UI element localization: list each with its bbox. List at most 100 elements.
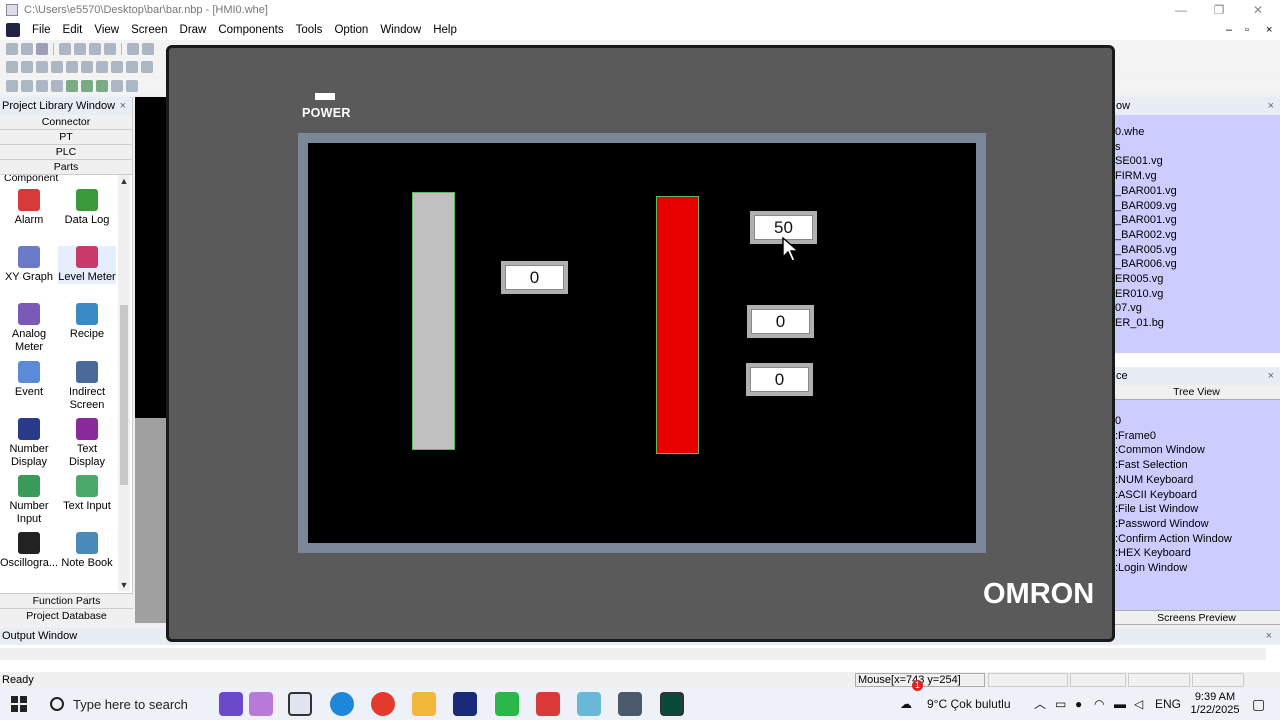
green-app-icon[interactable] [495,692,519,716]
image-icon[interactable] [96,80,108,92]
file-item[interactable]: 0.whe [1115,125,1280,140]
menu-tools[interactable]: Tools [290,24,329,36]
grid-icon[interactable] [6,80,18,92]
align-left-icon[interactable] [6,61,18,73]
tree-item[interactable]: :File List Window [1115,502,1280,517]
part-number-input[interactable]: Number Input [0,475,58,526]
minimize-button[interactable]: — [1162,0,1200,20]
cut-icon[interactable] [59,43,71,55]
tree-item[interactable]: :Confirm Action Window [1115,532,1280,547]
red-app-icon[interactable] [536,692,560,716]
flip-icon[interactable] [141,61,153,73]
tab-parts[interactable]: Parts [0,160,132,175]
tree-item[interactable]: :Frame0 [1115,429,1280,444]
close-icon[interactable]: × [1268,97,1274,115]
part-oscillograph[interactable]: Oscillogra... [0,532,58,570]
file-item[interactable]: s [1115,140,1280,155]
blue-app-icon[interactable] [577,692,601,716]
part-note-book[interactable]: Note Book [58,532,116,570]
edge-icon[interactable] [330,692,354,716]
part-level-meter[interactable]: Level Meter [58,246,116,284]
speaker-icon[interactable]: ◁ [1134,688,1143,720]
delete-icon[interactable] [104,43,116,55]
document-icon[interactable] [6,23,20,37]
level-bar-red[interactable] [656,196,699,454]
scrollbar-thumb[interactable] [120,305,128,485]
chevron-up-icon[interactable]: ︿ [1034,688,1046,720]
battery-icon[interactable]: ▬ [1114,688,1126,720]
tree-item[interactable]: :Common Window [1115,443,1280,458]
paste-icon[interactable] [89,43,101,55]
part-text-input[interactable]: Text Input [58,475,116,513]
network-app-icon[interactable] [618,692,642,716]
close-icon[interactable]: × [1268,367,1274,385]
taskbar-search[interactable]: Type here to search [40,688,208,720]
tab-screens-preview[interactable]: Screens Preview [1113,610,1280,625]
part-number-display[interactable]: Number Display [0,418,58,469]
part-xy-graph[interactable]: XY Graph [0,246,58,284]
clapperboard-app-icon[interactable] [219,692,243,716]
file-item[interactable]: 07.vg [1115,301,1280,316]
tab-project-database[interactable]: Project Database [0,608,133,623]
number-display-left[interactable]: 0 [501,261,568,294]
part-recipe[interactable]: Recipe [58,303,116,341]
menu-file[interactable]: File [26,24,57,36]
close-button[interactable]: ✕ [1239,0,1277,20]
same-width-icon[interactable] [81,61,93,73]
align-center-icon[interactable] [66,61,78,73]
tab-plc[interactable]: PLC [0,145,132,160]
meter-icon[interactable] [126,80,138,92]
file-item[interactable]: _BAR002.vg [1115,228,1280,243]
menu-screen[interactable]: Screen [125,24,173,36]
photos-app-icon[interactable] [249,692,273,716]
align-right-icon[interactable] [21,61,33,73]
tree-item[interactable]: :Password Window [1115,517,1280,532]
distribute-icon[interactable] [111,61,123,73]
notifications-icon[interactable]: ▢ [1252,688,1265,720]
tab-connector[interactable]: Connector [0,115,132,130]
part-data-log[interactable]: Data Log [58,189,116,227]
tab-pt[interactable]: PT [0,130,132,145]
align-bottom-icon[interactable] [51,61,63,73]
file-item[interactable]: ER010.vg [1115,287,1280,302]
output-scrollbar[interactable] [0,648,1266,660]
level-bar-gray[interactable] [412,192,455,450]
start-button[interactable] [0,688,38,720]
part-event[interactable]: Event [0,361,58,399]
file-item[interactable]: ER_01.bg [1115,316,1280,331]
file-item[interactable]: SE001.vg [1115,154,1280,169]
chrome-icon[interactable] [371,692,395,716]
button-part-icon[interactable] [81,80,93,92]
file-item[interactable]: _BAR001.vg [1115,184,1280,199]
open-icon[interactable] [21,43,33,55]
microphone-icon[interactable]: ● [1075,688,1082,720]
menu-window[interactable]: Window [374,24,427,36]
lamp-icon[interactable] [66,80,78,92]
mdi-minimize-icon[interactable]: – [1226,20,1232,40]
menu-draw[interactable]: Draw [174,24,213,36]
new-icon[interactable] [6,43,18,55]
align-top-icon[interactable] [36,61,48,73]
number-display-mid-right[interactable]: 0 [747,305,814,338]
part-indirect-screen[interactable]: Indirect Screen [58,361,116,412]
redo-icon[interactable] [142,43,154,55]
file-item[interactable]: _BAR009.vg [1115,199,1280,214]
mdi-close-icon[interactable]: × [1266,20,1272,40]
same-height-icon[interactable] [96,61,108,73]
menu-option[interactable]: Option [328,24,374,36]
clock[interactable]: 9:39 AM 1/22/2025 [1185,691,1245,717]
menu-view[interactable]: View [88,24,125,36]
task-view-icon[interactable] [288,692,312,716]
language-indicator[interactable]: ENG [1155,688,1181,720]
mdi-restore-icon[interactable]: ▫ [1245,20,1249,40]
wifi-icon[interactable]: ◠ [1094,688,1104,720]
close-icon[interactable]: × [1266,628,1272,645]
file-item[interactable]: _BAR001.vg [1115,213,1280,228]
menu-components[interactable]: Components [212,24,289,36]
chevron-down-icon[interactable]: ▼ [118,579,130,591]
hmi-screen[interactable]: 0 50 0 0 [308,143,976,543]
file-item[interactable]: ER005.vg [1115,272,1280,287]
maximize-button[interactable]: ❐ [1200,0,1238,20]
part-analog-meter[interactable]: Analog Meter [0,303,58,354]
tree-item[interactable]: :Fast Selection [1115,458,1280,473]
